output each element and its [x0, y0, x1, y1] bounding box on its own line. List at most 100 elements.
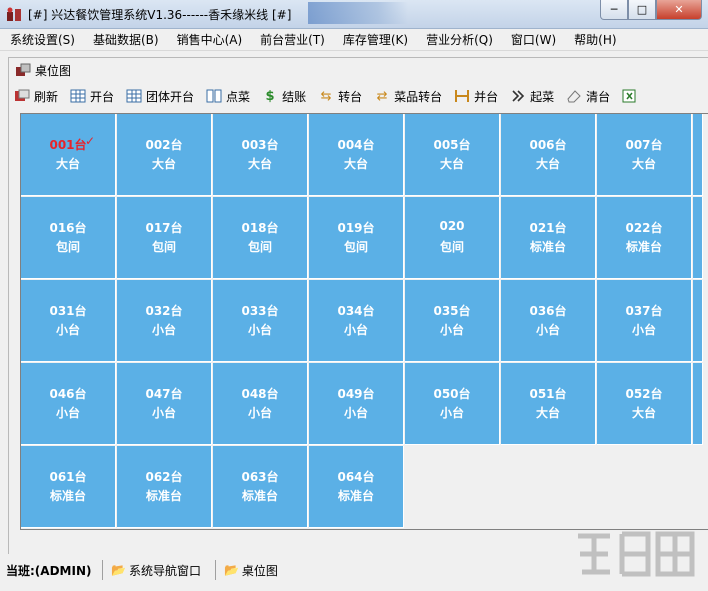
- menu-front-desk[interactable]: 前台营业(T): [250, 31, 333, 48]
- table-type: 标准台: [625, 240, 662, 254]
- status-user: 当班:(ADMIN): [6, 563, 92, 578]
- table-tile[interactable]: 037台 小台: [597, 280, 692, 362]
- table-grid: 001台 大台 ✓ 002台 大台 003台 大台 004台 大台 005台 大台 006台 大台 007…: [20, 113, 708, 530]
- checkout-button[interactable]: $ 结账: [257, 85, 313, 107]
- transfer-label: 转台: [338, 89, 363, 104]
- merge-button[interactable]: 并台: [449, 85, 505, 107]
- table-type: 小台: [55, 323, 80, 337]
- table-tile[interactable]: 034台 小台: [309, 280, 404, 362]
- table-number: 006台: [529, 138, 567, 152]
- table-tile[interactable]: 051台 大台: [501, 363, 596, 445]
- table-tile-partial[interactable]: [693, 280, 703, 362]
- table-number: 064台: [337, 470, 375, 484]
- nav-window-button[interactable]: 📂 系统导航窗口: [107, 562, 211, 579]
- table-tile[interactable]: 018台 包间: [213, 197, 308, 279]
- refresh-button[interactable]: 刷新: [9, 85, 65, 107]
- table-tile[interactable]: 062台 标准台: [117, 446, 212, 528]
- table-tile[interactable]: 032台 小台: [117, 280, 212, 362]
- table-number: 062台: [145, 470, 183, 484]
- table-type: 包间: [343, 240, 368, 254]
- serve-icon: [509, 88, 527, 104]
- clear-button[interactable]: 清台: [561, 85, 617, 107]
- table-tile[interactable]: 020 包间: [405, 197, 500, 279]
- eraser-icon: [565, 88, 583, 104]
- table-number: 031台: [49, 304, 87, 318]
- close-button[interactable]: ✕: [656, 0, 702, 20]
- table-tile[interactable]: 050台 小台: [405, 363, 500, 445]
- menu-system[interactable]: 系统设置(S): [0, 31, 83, 48]
- table-tile[interactable]: 031台小台: [21, 280, 116, 362]
- order-icon: [205, 88, 223, 104]
- table-type: 包间: [247, 240, 272, 254]
- order-button[interactable]: 点菜: [201, 85, 257, 107]
- table-tile[interactable]: 005台 大台: [405, 114, 500, 196]
- status-separator: [102, 560, 103, 580]
- table-type: 小台: [343, 323, 368, 337]
- table-tile[interactable]: 036台 小台: [501, 280, 596, 362]
- table-tile[interactable]: 061台 标准台: [21, 446, 116, 528]
- table-number: 019台: [337, 221, 375, 235]
- table-tile[interactable]: 035台 小台: [405, 280, 500, 362]
- table-tile[interactable]: 047台 小台: [117, 363, 212, 445]
- table-tile[interactable]: 046台 小台: [21, 363, 116, 445]
- table-number: 048台: [241, 387, 279, 401]
- table-tile[interactable]: 017台 包间: [117, 197, 212, 279]
- table-number: 001台: [49, 138, 87, 152]
- menu-help[interactable]: 帮助(H): [564, 31, 624, 48]
- table-map-button[interactable]: 📂 桌位图: [220, 562, 288, 579]
- table-type: 小台: [535, 323, 560, 337]
- table-tile[interactable]: 001台大台 ✓: [21, 114, 116, 196]
- table-number: 049台: [337, 387, 375, 401]
- table-number: 002台: [145, 138, 183, 152]
- table-tile[interactable]: 052台 大台: [597, 363, 692, 445]
- table-tile[interactable]: 022台 标准台: [597, 197, 692, 279]
- table-tile[interactable]: 002台 大台: [117, 114, 212, 196]
- table-tile-partial[interactable]: [693, 197, 703, 279]
- refresh-label: 刷新: [34, 89, 59, 104]
- table-tile[interactable]: 033台 小台: [213, 280, 308, 362]
- group-open-button[interactable]: 团体开台: [121, 85, 201, 107]
- table-type: 小台: [439, 323, 464, 337]
- table-number: 004台: [337, 138, 375, 152]
- table-type: 包间: [55, 240, 80, 254]
- table-type: 小台: [439, 406, 464, 420]
- table-tile[interactable]: 016台 包间: [21, 197, 116, 279]
- table-tile[interactable]: 064台 标准台: [309, 446, 404, 528]
- table-map-label: 桌位图: [241, 563, 278, 578]
- table-tile[interactable]: 007台 大台: [597, 114, 692, 196]
- table-tile[interactable]: 049台 小台: [309, 363, 404, 445]
- table-tile-partial[interactable]: [693, 114, 703, 196]
- group-open-label: 团体开台: [146, 89, 195, 104]
- merge-icon: [453, 88, 471, 104]
- occupied-check-icon: ✓: [85, 134, 96, 148]
- child-window-title: 桌位图: [15, 62, 71, 78]
- table-number: 052台: [625, 387, 663, 401]
- menu-base-data[interactable]: 基础数据(B): [83, 31, 167, 48]
- folder-icon: 📂: [111, 563, 126, 577]
- serve-button[interactable]: 起菜: [505, 85, 561, 107]
- serve-label: 起菜: [530, 89, 555, 104]
- table-tile[interactable]: 063台 标准台: [213, 446, 308, 528]
- dish-transfer-button[interactable]: ⇄ 菜品转台: [369, 85, 449, 107]
- transfer-button[interactable]: ⇆ 转台: [313, 85, 369, 107]
- table-tile[interactable]: 003台 大台: [213, 114, 308, 196]
- table-tile-partial[interactable]: [693, 363, 703, 445]
- table-tile[interactable]: 021台 标准台: [501, 197, 596, 279]
- exit-button[interactable]: [617, 85, 646, 107]
- menu-window[interactable]: 窗口(W): [501, 31, 564, 48]
- open-table-button[interactable]: 开台: [65, 85, 121, 107]
- dish-transfer-label: 菜品转台: [394, 89, 443, 104]
- maximize-button[interactable]: □: [628, 0, 656, 20]
- menu-analysis[interactable]: 营业分析(Q): [416, 31, 501, 48]
- refresh-icon: [13, 88, 31, 104]
- minimize-button[interactable]: ─: [600, 0, 628, 20]
- table-tile[interactable]: 006台 大台: [501, 114, 596, 196]
- table-tile[interactable]: 019台包间: [309, 197, 404, 279]
- table-tile[interactable]: 048台 小台: [213, 363, 308, 445]
- table-number: 061台: [49, 470, 87, 484]
- table-type: 包间: [151, 240, 176, 254]
- menu-inventory[interactable]: 库存管理(K): [333, 31, 416, 48]
- menu-sales[interactable]: 销售中心(A): [167, 31, 251, 48]
- table-type: 大台: [55, 157, 80, 171]
- table-tile[interactable]: 004台 大台: [309, 114, 404, 196]
